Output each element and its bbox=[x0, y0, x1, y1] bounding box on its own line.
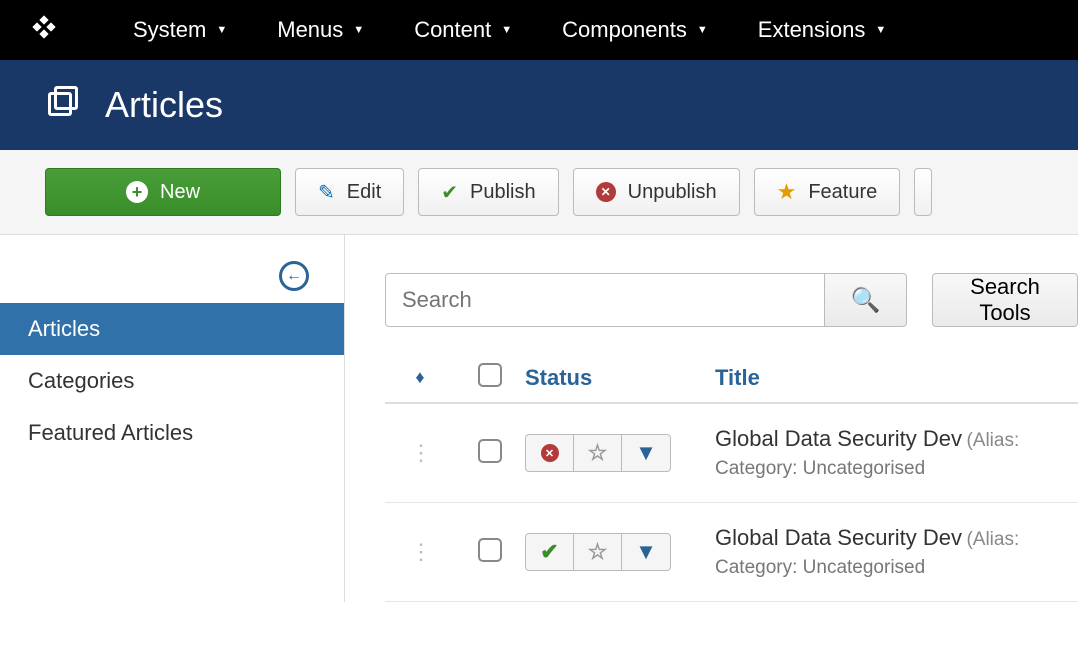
plus-icon: + bbox=[126, 181, 148, 203]
article-title-link[interactable]: Global Data Security Dev bbox=[715, 525, 962, 550]
title-cell: Global Data Security Dev (Alias: Categor… bbox=[715, 525, 1078, 579]
nav-components[interactable]: Components▼ bbox=[537, 0, 733, 60]
status-button-group: ✕ ☆ ▼ bbox=[525, 434, 671, 472]
top-nav: System▼ Menus▼ Content▼ Components▼ Exte… bbox=[0, 0, 1078, 60]
caret-down-icon: ▼ bbox=[697, 24, 708, 36]
unpublish-button[interactable]: ✕Unpublish bbox=[573, 168, 740, 216]
column-status[interactable]: Status bbox=[525, 365, 715, 391]
magnify-icon: 🔍 bbox=[851, 287, 881, 314]
new-button[interactable]: +New bbox=[45, 168, 281, 216]
search-button[interactable]: 🔍 bbox=[825, 273, 907, 327]
column-sort[interactable]: ♦ bbox=[385, 367, 455, 388]
arrow-left-circle-icon: ← bbox=[279, 261, 309, 291]
search-tools-button[interactable]: Search Tools bbox=[932, 273, 1078, 327]
sidebar-item-featured[interactable]: Featured Articles bbox=[0, 407, 344, 459]
pencil-icon: ✎ bbox=[318, 180, 335, 205]
publish-button[interactable]: ✔Publish bbox=[418, 168, 558, 216]
caret-down-icon: ▼ bbox=[216, 24, 227, 36]
drag-handle[interactable]: ⋮ bbox=[385, 440, 455, 466]
column-title[interactable]: Title bbox=[715, 365, 1078, 391]
table-row: ⋮ ✕ ☆ ▼ Global Data Security Dev (Alias:… bbox=[385, 404, 1078, 503]
toolbar: +New ✎Edit ✔Publish ✕Unpublish ★Feature bbox=[0, 150, 1078, 235]
title-cell: Global Data Security Dev (Alias: Categor… bbox=[715, 426, 1078, 480]
sort-icon: ♦ bbox=[415, 367, 424, 387]
drag-handle[interactable]: ⋮ bbox=[385, 539, 455, 565]
caret-down-icon: ▼ bbox=[875, 24, 886, 36]
caret-down-icon: ▼ bbox=[501, 24, 512, 36]
x-circle-icon: ✕ bbox=[596, 182, 616, 202]
main-content: 🔍 Search Tools ♦ Status Title ⋮ ✕ ☆ ▼ bbox=[345, 235, 1078, 602]
status-dropdown-button[interactable]: ▼ bbox=[622, 534, 670, 570]
row-checkbox[interactable] bbox=[478, 439, 502, 463]
more-button[interactable] bbox=[914, 168, 932, 216]
sidebar-item-articles[interactable]: Articles bbox=[0, 303, 344, 355]
feature-button[interactable]: ★Feature bbox=[754, 168, 901, 216]
joomla-logo-icon[interactable] bbox=[30, 13, 58, 48]
articles-table: ♦ Status Title ⋮ ✕ ☆ ▼ Global Data Secur… bbox=[385, 353, 1078, 602]
status-feature-button[interactable]: ☆ bbox=[574, 534, 622, 570]
nav-system[interactable]: System▼ bbox=[108, 0, 252, 60]
caret-down-icon: ▼ bbox=[635, 440, 657, 466]
caret-down-icon: ▼ bbox=[353, 24, 364, 36]
sidebar-collapse[interactable]: ← bbox=[0, 253, 344, 303]
status-dropdown-button[interactable]: ▼ bbox=[622, 435, 670, 471]
column-select-all bbox=[455, 363, 525, 392]
article-alias: (Alias: bbox=[966, 430, 1019, 451]
status-button-group: ✔ ☆ ▼ bbox=[525, 533, 671, 571]
check-icon: ✔ bbox=[540, 539, 558, 565]
page-header: Articles bbox=[0, 60, 1078, 150]
star-icon: ★ bbox=[777, 179, 797, 205]
stack-icon bbox=[45, 83, 81, 128]
edit-button[interactable]: ✎Edit bbox=[295, 168, 404, 216]
x-circle-icon: ✕ bbox=[541, 444, 559, 462]
status-publish-button[interactable]: ✔ bbox=[526, 534, 574, 570]
star-outline-icon: ☆ bbox=[588, 440, 608, 466]
article-category: Uncategorised bbox=[803, 557, 926, 578]
status-unpublish-button[interactable]: ✕ bbox=[526, 435, 574, 471]
checkbox-all[interactable] bbox=[478, 363, 502, 387]
nav-extensions[interactable]: Extensions▼ bbox=[733, 0, 912, 60]
nav-menus[interactable]: Menus▼ bbox=[252, 0, 389, 60]
star-outline-icon: ☆ bbox=[588, 539, 608, 565]
check-icon: ✔ bbox=[441, 180, 458, 205]
sidebar-item-categories[interactable]: Categories bbox=[0, 355, 344, 407]
sidebar: ← Articles Categories Featured Articles bbox=[0, 235, 345, 602]
article-title-link[interactable]: Global Data Security Dev bbox=[715, 426, 962, 451]
caret-down-icon: ▼ bbox=[635, 539, 657, 565]
search-input[interactable] bbox=[385, 273, 825, 327]
table-row: ⋮ ✔ ☆ ▼ Global Data Security Dev (Alias:… bbox=[385, 503, 1078, 602]
search-bar: 🔍 Search Tools bbox=[385, 273, 1078, 327]
table-header: ♦ Status Title bbox=[385, 353, 1078, 404]
page-title: Articles bbox=[105, 84, 223, 126]
nav-content[interactable]: Content▼ bbox=[389, 0, 537, 60]
status-feature-button[interactable]: ☆ bbox=[574, 435, 622, 471]
article-alias: (Alias: bbox=[966, 529, 1019, 550]
article-category: Uncategorised bbox=[803, 458, 926, 479]
row-checkbox[interactable] bbox=[478, 538, 502, 562]
